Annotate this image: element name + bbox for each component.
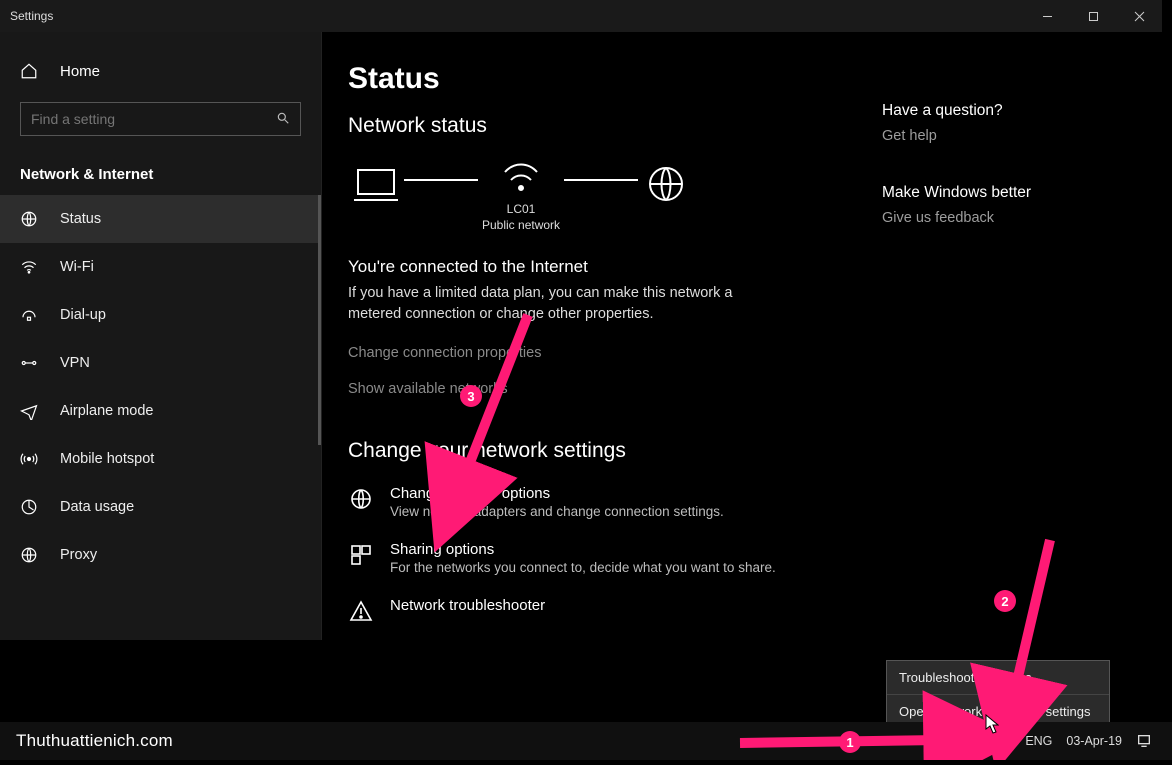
sidebar-item-label: Status: [60, 211, 101, 227]
sidebar-item-label: Dial-up: [60, 307, 106, 323]
option-change-adapter[interactable]: Change adapter options View network adap…: [348, 485, 852, 519]
aside-question-heading: Have a question?: [882, 102, 1122, 120]
sidebar-section-title: Network & Internet: [0, 140, 321, 195]
search-input[interactable]: [31, 111, 276, 127]
subtitle-network-status: Network status: [348, 114, 852, 138]
close-button[interactable]: [1116, 0, 1162, 32]
sharing-icon: [348, 541, 374, 567]
option-troubleshooter[interactable]: Network troubleshooter: [348, 597, 852, 623]
connected-heading: You're connected to the Internet: [348, 257, 852, 277]
airplane-icon: [20, 402, 38, 420]
link-give-feedback[interactable]: Give us feedback: [882, 210, 1122, 226]
wifi-ap-icon: LC01 Public network: [482, 156, 560, 233]
network-name: LC01: [507, 202, 536, 216]
sidebar-item-hotspot[interactable]: Mobile hotspot: [0, 435, 321, 483]
sidebar-item-label: Wi-Fi: [60, 259, 94, 275]
wifi-icon: [20, 258, 38, 276]
sidebar-item-airplane[interactable]: Airplane mode: [0, 387, 321, 435]
sidebar-item-vpn[interactable]: VPN: [0, 339, 321, 387]
main-content: Status Network status LC01 Public networ…: [322, 32, 1162, 640]
minimize-button[interactable]: [1024, 0, 1070, 32]
option-sharing[interactable]: Sharing options For the networks you con…: [348, 541, 852, 575]
network-diagram: LC01 Public network: [352, 156, 852, 233]
link-connection-properties[interactable]: Change connection properties: [348, 345, 852, 361]
sidebar-item-label: Mobile hotspot: [60, 451, 154, 467]
tray-notifications-icon[interactable]: [1136, 733, 1152, 749]
sidebar-item-label: Airplane mode: [60, 403, 154, 419]
option-title: Network troubleshooter: [390, 597, 545, 614]
sidebar-scrollbar[interactable]: [318, 195, 321, 445]
sidebar-item-label: Proxy: [60, 547, 97, 563]
sidebar-item-label: Data usage: [60, 499, 134, 515]
troubleshoot-icon: [348, 597, 374, 623]
maximize-button[interactable]: [1070, 0, 1116, 32]
sidebar-item-label: VPN: [60, 355, 90, 371]
system-tray: ENG 03-Apr-19: [905, 733, 1172, 749]
tray-keyboard-icon[interactable]: [995, 733, 1011, 749]
tray-date[interactable]: 03-Apr-19: [1066, 734, 1122, 748]
titlebar: Settings: [0, 0, 1162, 32]
search-icon: [276, 111, 290, 128]
dialup-icon: [20, 306, 38, 324]
menu-item-troubleshoot[interactable]: Troubleshoot problems: [887, 661, 1109, 694]
aside-better-heading: Make Windows better: [882, 184, 1122, 202]
option-title: Sharing options: [390, 541, 776, 558]
link-get-help[interactable]: Get help: [882, 128, 1122, 144]
link-available-networks[interactable]: Show available networks: [348, 381, 852, 397]
tray-context-menu: Troubleshoot problems Open Network & Int…: [886, 660, 1110, 729]
tray-wifi-icon[interactable]: [935, 733, 951, 749]
sidebar-home[interactable]: Home: [0, 50, 321, 92]
tray-volume-icon[interactable]: [965, 733, 981, 749]
home-icon: [20, 62, 38, 80]
proxy-icon: [20, 546, 38, 564]
hotspot-icon: [20, 450, 38, 468]
watermark-text: Thuthuattienich.com: [0, 731, 173, 751]
aside: Have a question? Get help Make Windows b…: [882, 62, 1122, 640]
option-subtitle: For the networks you connect to, decide …: [390, 560, 776, 575]
tray-chevron-icon[interactable]: [905, 733, 921, 749]
option-title: Change adapter options: [390, 485, 724, 502]
sidebar: Home Network & Internet Status: [0, 32, 322, 640]
globe-icon: [642, 164, 690, 226]
sidebar-item-datausage[interactable]: Data usage: [0, 483, 321, 531]
taskbar: Thuthuattienich.com ENG 03-Apr-19: [0, 722, 1172, 760]
vpn-icon: [20, 354, 38, 372]
adapter-icon: [348, 485, 374, 511]
sidebar-list: Status Wi-Fi Dial-up: [0, 195, 321, 579]
sidebar-item-dialup[interactable]: Dial-up: [0, 291, 321, 339]
sidebar-home-label: Home: [60, 63, 100, 80]
settings-window: Settings Home Netwo: [0, 0, 1162, 640]
sidebar-item-wifi[interactable]: Wi-Fi: [0, 243, 321, 291]
sidebar-item-proxy[interactable]: Proxy: [0, 531, 321, 579]
pc-icon: [352, 164, 400, 226]
window-title: Settings: [0, 9, 1024, 23]
datausage-icon: [20, 498, 38, 516]
connected-body: If you have a limited data plan, you can…: [348, 283, 748, 325]
sidebar-item-status[interactable]: Status: [0, 195, 321, 243]
status-icon: [20, 210, 38, 228]
network-type: Public network: [482, 218, 560, 232]
section-change-settings: Change your network settings: [348, 439, 852, 463]
option-subtitle: View network adapters and change connect…: [390, 504, 724, 519]
page-title: Status: [348, 62, 852, 96]
tray-language[interactable]: ENG: [1025, 734, 1052, 748]
search-box[interactable]: [20, 102, 301, 136]
